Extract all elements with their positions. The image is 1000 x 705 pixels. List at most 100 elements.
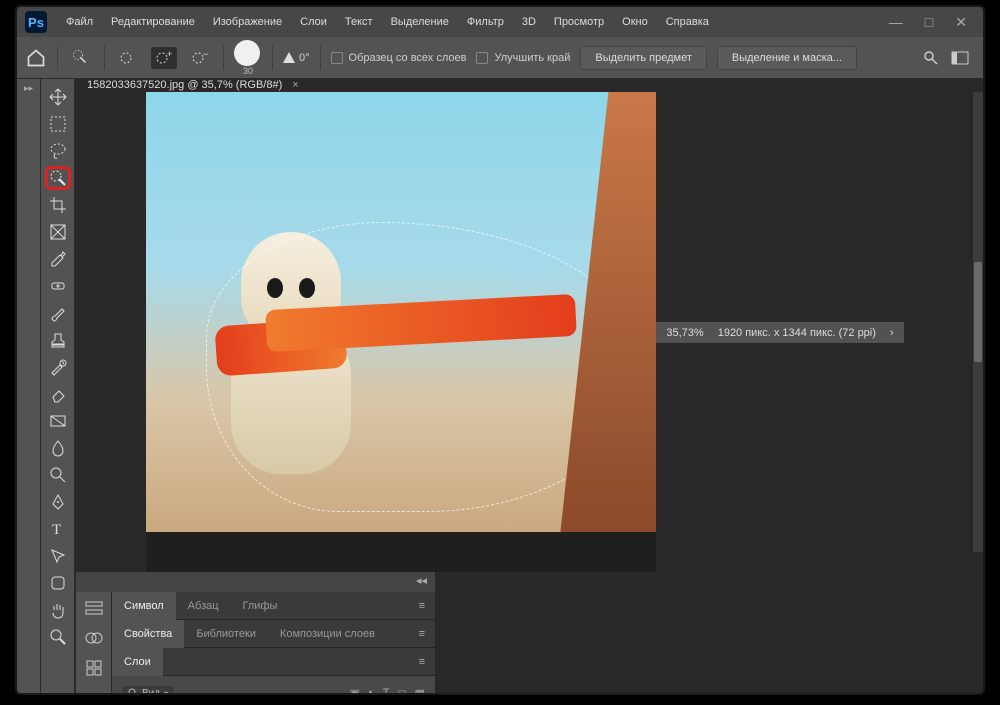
vertical-scrollbar[interactable] [973, 92, 983, 552]
path-select-tool-icon[interactable] [45, 544, 71, 568]
right-collapse[interactable]: ◂◂ [76, 572, 435, 592]
marquee-tool-icon[interactable] [45, 112, 71, 136]
eyedropper-tool-icon[interactable] [45, 247, 71, 271]
panel-menu-icon[interactable]: ≡ [409, 628, 435, 640]
scrollbar-thumb[interactable] [974, 262, 982, 362]
status-chevron-icon[interactable]: › [890, 327, 894, 339]
chevron-down-icon: ▾ [164, 689, 168, 696]
menu-filter[interactable]: Фильтр [458, 7, 513, 37]
window-controls: — □ ✕ [889, 14, 975, 31]
add-selection-icon[interactable]: + [151, 47, 177, 69]
stamp-tool-icon[interactable] [45, 328, 71, 352]
quick-select-tool-icon[interactable] [45, 166, 71, 190]
eraser-tool-icon[interactable] [45, 382, 71, 406]
filter-adjust-icon[interactable]: ◐ [368, 687, 375, 696]
document-tab[interactable]: 1582033637520.jpg @ 35,7% (RGB/8#) × [75, 79, 983, 92]
select-and-mask-button[interactable]: Выделение и маска... [717, 46, 857, 70]
search-icon[interactable] [923, 50, 939, 66]
tab-layer-comps[interactable]: Композиции слоев [268, 620, 387, 648]
blur-tool-icon[interactable] [45, 436, 71, 460]
enhance-edge[interactable]: Улучшить край [476, 52, 570, 64]
crop-tool-icon[interactable] [45, 193, 71, 217]
frame-tool-icon[interactable] [45, 220, 71, 244]
menu-image[interactable]: Изображение [204, 7, 291, 37]
home-icon[interactable] [25, 48, 47, 68]
maximize-button[interactable]: □ [925, 14, 933, 31]
layers-search-row: Вид ▾ ▣ ◐ T ◻ ▦ [112, 676, 435, 695]
separator [104, 46, 105, 70]
layer-filter-dropdown[interactable]: Вид ▾ [122, 686, 174, 696]
zoom-value[interactable]: 35,73% [666, 327, 703, 339]
menu-select[interactable]: Выделение [382, 7, 458, 37]
tab-glyphs[interactable]: Глифы [231, 592, 290, 620]
document-canvas[interactable] [146, 92, 656, 572]
brush-tool-icon[interactable] [45, 301, 71, 325]
gradient-tool-icon[interactable] [45, 409, 71, 433]
tab-character[interactable]: Символ [112, 592, 176, 620]
panel-column: Символ Абзац Глифы ≡ Свойства Библиотеки… [112, 592, 435, 695]
canvas-area: 1582033637520.jpg @ 35,7% (RGB/8#) × [75, 79, 983, 693]
move-tool-icon[interactable] [45, 85, 71, 109]
menu-window[interactable]: Окно [613, 7, 657, 37]
tabrow-character: Символ Абзац Глифы ≡ [112, 592, 435, 620]
subtract-selection-icon[interactable]: − [187, 47, 213, 69]
doc-dimensions[interactable]: 1920 пикс. x 1344 пикс. (72 ppi) [718, 327, 876, 339]
tab-layers[interactable]: Слои [112, 648, 163, 676]
menu-file[interactable]: Файл [57, 7, 102, 37]
menu-3d[interactable]: 3D [513, 7, 545, 37]
separator [57, 46, 58, 70]
app-window: Ps Файл Редактирование Изображение Слои … [15, 5, 985, 695]
svg-text:+: + [167, 50, 172, 59]
panel-icon-column [76, 592, 112, 695]
type-tool-icon[interactable]: T [45, 517, 71, 541]
panel-menu-icon[interactable]: ≡ [409, 656, 435, 668]
brush-circle-icon [234, 40, 260, 66]
healing-tool-icon[interactable] [45, 274, 71, 298]
enhance-edge-label: Улучшить край [494, 52, 570, 64]
select-subject-button[interactable]: Выделить предмет [580, 46, 707, 70]
app-logo[interactable]: Ps [25, 11, 47, 33]
panel-expand-icon[interactable]: ▸▸ [24, 83, 33, 94]
shape-tool-icon[interactable] [45, 571, 71, 595]
new-selection-icon[interactable] [115, 47, 141, 69]
angle-value: 0° [299, 52, 310, 64]
menu-edit[interactable]: Редактирование [102, 7, 204, 37]
separator [320, 46, 321, 70]
menu-view[interactable]: Просмотр [545, 7, 613, 37]
options-bar: + − 30 0° Образец со всех слоев Улучшить… [17, 37, 983, 79]
filter-type-icon[interactable]: T [383, 687, 390, 696]
close-tab-icon[interactable]: × [292, 79, 298, 91]
tab-paragraph[interactable]: Абзац [176, 592, 231, 620]
history-brush-tool-icon[interactable] [45, 355, 71, 379]
filter-smart-icon[interactable]: ▦ [415, 687, 425, 696]
zoom-tool-icon[interactable] [45, 625, 71, 649]
adjustments-icon[interactable] [83, 598, 105, 618]
workspace-icon[interactable] [951, 51, 969, 65]
swatches-icon[interactable] [83, 628, 105, 648]
panel-menu-icon[interactable]: ≡ [409, 600, 435, 612]
dodge-tool-icon[interactable] [45, 463, 71, 487]
panel-collapse-icon: ◂◂ [416, 574, 427, 590]
sample-all-layers[interactable]: Образец со всех слоев [331, 52, 467, 64]
left-rail: ▸▸ [17, 79, 41, 693]
close-button[interactable]: ✕ [955, 14, 967, 31]
tab-libraries[interactable]: Библиотеки [184, 620, 268, 648]
lasso-tool-icon[interactable] [45, 139, 71, 163]
minimize-button[interactable]: — [889, 14, 903, 31]
status-bar: 35,73% 1920 пикс. x 1344 пикс. (72 ppi) … [656, 321, 903, 343]
menu-help[interactable]: Справка [657, 7, 718, 37]
grid-icon[interactable] [83, 658, 105, 678]
tab-properties[interactable]: Свойства [112, 620, 184, 648]
artwork-background [146, 92, 656, 532]
filter-label: Вид [142, 688, 160, 696]
quick-select-icon[interactable] [68, 47, 94, 69]
filter-shape-icon[interactable]: ◻ [397, 687, 406, 696]
canvas-padding [146, 532, 656, 572]
hand-tool-icon[interactable] [45, 598, 71, 622]
pen-tool-icon[interactable] [45, 490, 71, 514]
brush-angle[interactable]: 0° [283, 52, 310, 64]
brush-preview[interactable]: 30 [234, 40, 262, 76]
menu-text[interactable]: Текст [336, 7, 382, 37]
filter-image-icon[interactable]: ▣ [350, 687, 360, 696]
menu-layers[interactable]: Слои [291, 7, 336, 37]
